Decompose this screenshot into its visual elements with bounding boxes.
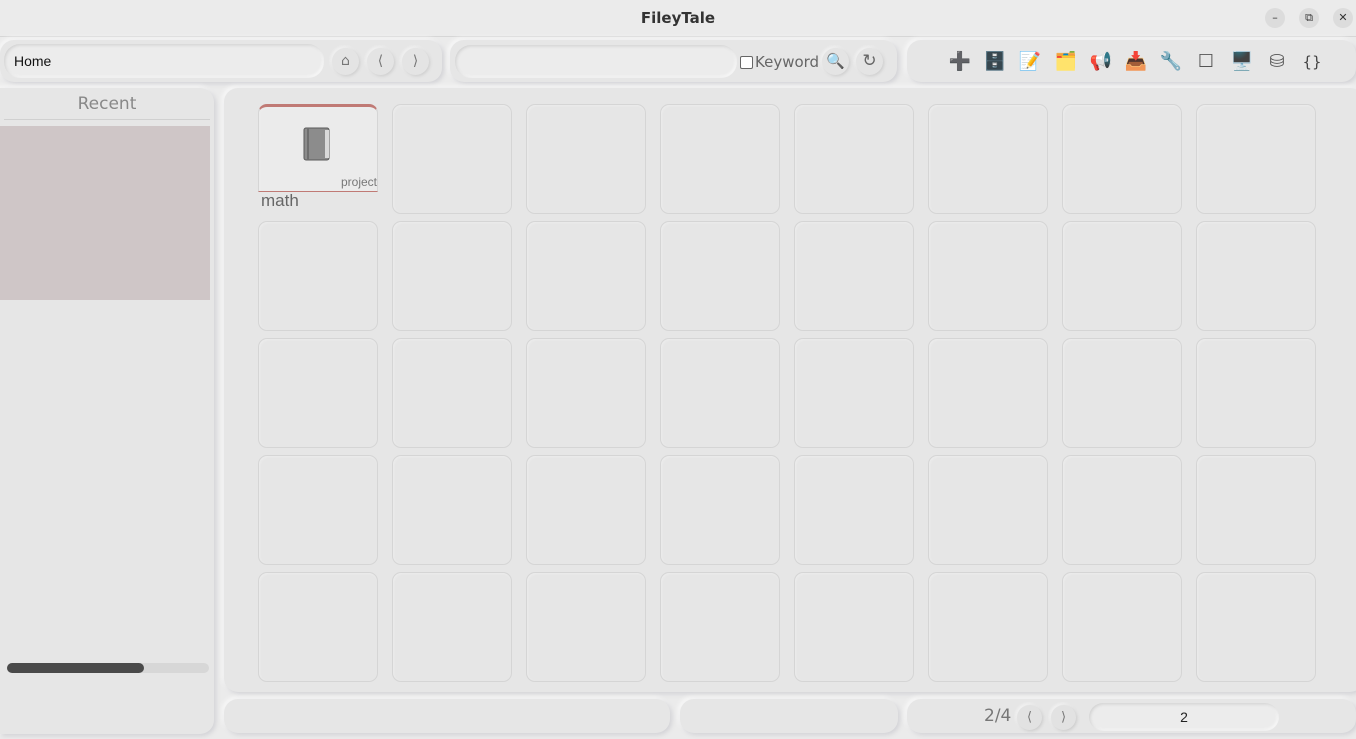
next-page-button[interactable]: ⟩ [1051,705,1076,730]
home-icon[interactable]: ⌂ [332,48,359,75]
status-panel-middle [680,699,898,733]
empty-slot[interactable] [1062,221,1182,331]
restore-button[interactable]: ⧉ [1299,8,1319,28]
megaphone-icon[interactable]: 📢 [1086,47,1116,77]
empty-slot[interactable] [526,455,646,565]
empty-slot[interactable] [1062,338,1182,448]
empty-slot[interactable] [1196,104,1316,214]
refresh-icon[interactable]: ↻ [856,48,883,75]
cabinet-icon[interactable]: 🗄️ [980,47,1010,77]
empty-slot[interactable] [928,104,1048,214]
empty-slot[interactable] [794,572,914,682]
add-icon[interactable]: ➕ [945,47,975,77]
empty-slot[interactable] [928,221,1048,331]
empty-slot[interactable] [258,572,378,682]
empty-slot[interactable] [258,338,378,448]
inbox-icon[interactable]: 📥 [1121,47,1151,77]
database-icon[interactable]: ⛁ [1262,47,1292,77]
divider [4,119,210,120]
search-input[interactable] [455,45,737,78]
path-field[interactable]: Home [4,44,324,78]
empty-slot[interactable] [1062,104,1182,214]
wrench-icon[interactable]: 🔧 [1156,47,1186,77]
empty-slot[interactable] [794,338,914,448]
empty-slot[interactable] [526,572,646,682]
title-bar: FileyTale – ⧉ ✕ [0,0,1356,37]
keyword-toggle[interactable]: Keyword [740,53,819,71]
search-icon[interactable]: 🔍 [822,48,849,75]
braces-icon[interactable]: {} [1297,47,1327,77]
empty-slot[interactable] [1196,455,1316,565]
recent-list[interactable] [0,126,210,300]
empty-slot[interactable] [1196,572,1316,682]
empty-slot[interactable] [392,338,512,448]
empty-slot[interactable] [1062,572,1182,682]
empty-slot[interactable] [660,572,780,682]
empty-slot[interactable] [392,221,512,331]
file-tag: project [340,175,377,189]
empty-slot[interactable] [660,104,780,214]
minimize-button[interactable]: – [1265,8,1285,28]
book-icon [303,127,330,161]
back-icon[interactable]: ⟨ [367,48,394,75]
empty-slot[interactable] [392,104,512,214]
empty-slot[interactable] [794,455,914,565]
empty-slot[interactable] [1062,455,1182,565]
scrollbar-thumb[interactable] [7,663,145,673]
empty-slot[interactable] [1196,221,1316,331]
empty-slot[interactable] [660,338,780,448]
square-icon[interactable]: ☐ [1191,47,1221,77]
empty-slot[interactable] [526,221,646,331]
forward-icon[interactable]: ⟩ [402,48,429,75]
recent-sidebar: Recent [0,88,214,734]
empty-slot[interactable] [928,455,1048,565]
empty-slot[interactable] [392,572,512,682]
recent-heading: Recent [77,94,137,114]
empty-slot[interactable] [526,338,646,448]
page-number-input[interactable]: 2 [1089,703,1279,731]
empty-slot[interactable] [794,104,914,214]
empty-slot[interactable] [794,221,914,331]
empty-slot[interactable] [928,338,1048,448]
sidebar-scrollbar[interactable] [7,663,209,673]
path-text: Home [14,53,52,69]
empty-slot[interactable] [258,455,378,565]
empty-slot[interactable] [392,455,512,565]
empty-slot[interactable] [660,455,780,565]
keyword-checkbox[interactable] [740,55,753,69]
empty-slot[interactable] [1196,338,1316,448]
window-title: FileyTale [640,9,716,27]
status-panel-left [224,699,670,733]
empty-slot[interactable] [526,104,646,214]
prev-page-button[interactable]: ⟨ [1017,705,1042,730]
empty-slot[interactable] [258,221,378,331]
page-indicator: 2/4 [984,706,1012,726]
keyword-label: Keyword [755,53,820,71]
memo-icon[interactable]: 📝 [1015,47,1045,77]
close-button[interactable]: ✕ [1333,8,1353,28]
file-tile[interactable]: project [258,104,378,192]
folders-icon[interactable]: 🗂️ [1051,47,1081,77]
empty-slot[interactable] [660,221,780,331]
empty-slot[interactable] [928,572,1048,682]
monitor-icon[interactable]: 🖥️ [1227,47,1257,77]
file-name[interactable]: math [261,191,299,211]
